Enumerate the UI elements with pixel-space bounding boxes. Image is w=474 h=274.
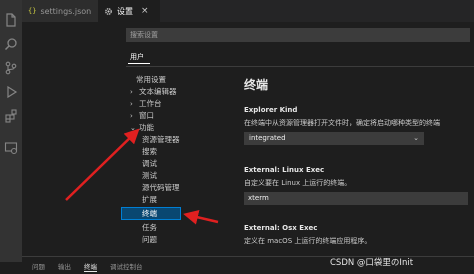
settings-list: 终端 Explorer Kind 在终端中从资源管理器打开文件时，确定将启动哪种… xyxy=(236,70,474,256)
tab-terminal[interactable]: 终端 xyxy=(84,261,97,272)
settings-toc: 常用设置 › 文本编辑器 › 工作台 › 窗口 ⌄ 功能 资源管理器 搜索 调试 测试 … xyxy=(121,70,236,250)
linux-exec-input[interactable]: xterm xyxy=(244,192,468,205)
toc-item-problems[interactable]: 问题 xyxy=(142,234,157,245)
setting-title: Explorer Kind xyxy=(244,106,298,114)
explorer-kind-select[interactable]: integrated ⌄ xyxy=(244,132,424,145)
setting-title: External: Linux Exec xyxy=(244,166,325,174)
search-settings-input[interactable]: 搜索设置 xyxy=(126,28,470,42)
toc-item-tasks[interactable]: 任务 xyxy=(142,222,157,233)
toc-item-explorer[interactable]: 资源管理器 xyxy=(142,134,180,145)
toc-item-scm[interactable]: 源代码管理 xyxy=(142,182,180,193)
chevron-right-icon: › xyxy=(130,112,133,120)
toc-item-extensions[interactable]: 扩展 xyxy=(142,194,157,205)
active-tab-indicator xyxy=(128,63,150,64)
search-icon[interactable] xyxy=(3,36,19,52)
tab-problems[interactable]: 问题 xyxy=(32,261,45,271)
json-file-icon: {} xyxy=(28,7,37,15)
divider xyxy=(126,66,474,67)
tab-settings-json[interactable]: {} settings.json xyxy=(22,0,98,22)
toc-item-search[interactable]: 搜索 xyxy=(142,146,157,157)
chevron-right-icon: › xyxy=(130,88,133,96)
activity-bar xyxy=(0,0,22,262)
setting-description: 定义在 macOS 上运行的终端应用程序。 xyxy=(244,237,372,245)
tab-label: settings.json xyxy=(40,6,92,16)
chevron-down-icon: ⌄ xyxy=(130,124,136,132)
tab-settings[interactable]: 设置 × xyxy=(98,0,160,22)
toc-item-debug[interactable]: 调试 xyxy=(142,158,157,169)
section-title: 终端 xyxy=(244,78,269,92)
toc-item-testing[interactable]: 测试 xyxy=(142,170,157,181)
toc-item-features[interactable]: ⌄ 功能 xyxy=(130,122,154,133)
toc-item-common[interactable]: 常用设置 xyxy=(136,74,166,85)
run-debug-icon[interactable] xyxy=(3,84,19,100)
extensions-icon[interactable] xyxy=(3,108,19,124)
toc-item-workbench[interactable]: › 工作台 xyxy=(130,98,162,109)
setting-description: 自定义要在 Linux 上运行的终端。 xyxy=(244,179,352,187)
toc-item-window[interactable]: › 窗口 xyxy=(130,110,154,121)
files-icon[interactable] xyxy=(3,12,19,28)
setting-description: 在终端中从资源管理器打开文件时，确定将启动哪种类型的终端 xyxy=(244,119,440,127)
close-icon[interactable]: × xyxy=(141,6,149,16)
toc-item-text-editor[interactable]: › 文本编辑器 xyxy=(130,86,177,97)
editor-tab-bar: {} settings.json 设置 × xyxy=(22,0,474,22)
tab-user-settings[interactable]: 用户 xyxy=(130,52,144,62)
tab-output[interactable]: 输出 xyxy=(58,261,71,271)
toc-item-terminal[interactable]: 终端 xyxy=(121,207,181,220)
tab-debug-console[interactable]: 调试控制台 xyxy=(110,261,143,271)
chevron-right-icon: › xyxy=(130,100,133,108)
watermark: CSDN @口袋里のInit xyxy=(330,258,414,268)
source-control-icon[interactable] xyxy=(3,60,19,76)
gear-icon xyxy=(105,7,112,15)
setting-title: External: Osx Exec xyxy=(244,224,318,232)
remote-explorer-icon[interactable] xyxy=(3,140,19,156)
tab-label: 设置 xyxy=(117,6,133,16)
chevron-down-icon: ⌄ xyxy=(413,134,419,142)
